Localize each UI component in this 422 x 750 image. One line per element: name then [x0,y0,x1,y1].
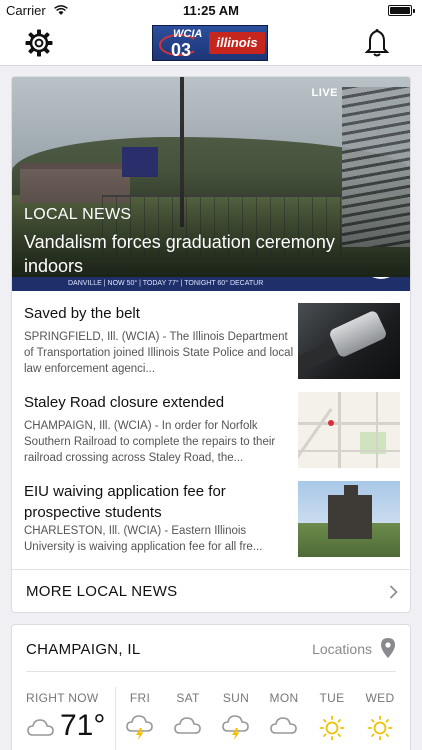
story-snippet: SPRINGFIELD, Ill. (WCIA) - The Illinois … [24,331,294,375]
story-title[interactable]: Staley Road closure extended [24,392,294,413]
sunny-icon [319,715,345,741]
story-item[interactable]: EIU waiving application fee for prospect… [12,471,410,567]
thunderstorm-icon [126,715,153,741]
right-now-label: RIGHT NOW [26,691,99,705]
logo-illinois: illinois [209,32,265,54]
local-news-card: LIVE LOCAL NEWS Vandalism forces graduat… [11,76,411,613]
thunderstorm-icon [222,715,249,741]
cloudy-icon [174,717,201,734]
hero-story[interactable]: LIVE LOCAL NEWS Vandalism forces graduat… [12,77,410,291]
live-badge: LIVE [311,87,338,99]
ticker-logo: 03 [364,277,398,279]
more-local-news-button[interactable]: MORE LOCAL NEWS [12,569,410,612]
story-item[interactable]: Saved by the belt SPRINGFIELD, Ill. (WCI… [12,293,410,381]
status-time: 11:25 AM [183,3,239,18]
logo-wcia-text: WCIA [173,28,203,40]
forecast-day-label: TUE [319,691,345,705]
forecast-day-label: SAT [176,691,200,705]
weather-card: CHAMPAIGN, IL Locations RIGHT NOW 71° FR… [11,624,411,750]
story-title[interactable]: EIU waiving application fee for prospect… [24,481,294,523]
forecast-day-label: SUN [222,691,250,705]
location-pin-icon[interactable] [380,637,396,659]
weather-city: CHAMPAIGN, IL [26,641,141,658]
story-item[interactable]: Staley Road closure extended CHAMPAIGN, … [12,382,410,470]
story-snippet: CHARLESTON, Ill. (WCIA) - Eastern Illino… [24,525,263,553]
battery-icon [388,5,415,16]
story-title[interactable]: Saved by the belt [24,303,294,324]
campus-thumbnail [298,481,400,557]
more-local-news-label: MORE LOCAL NEWS [26,583,178,600]
status-bar: Carrier 11:25 AM [0,0,422,22]
forecast-day-label: FRI [129,691,151,705]
map-thumbnail [298,392,400,468]
story-snippet: CHAMPAIGN, Ill. (WCIA) - In order for No… [24,420,276,464]
bell-icon[interactable] [364,28,390,58]
wcia-logo: WCIA 03 illinois [152,25,268,61]
logo-number: 03 [171,40,192,60]
cloudy-icon [270,717,297,734]
news-ticker: DANVILLE | NOW 50° | TODAY 77° | TONIGHT… [12,277,410,291]
current-temperature: 71° [60,709,106,742]
ticker-text: DANVILLE | NOW 50° | TODAY 77° | TONIGHT… [68,280,264,287]
gear-icon[interactable] [24,28,54,58]
seatbelt-thumbnail [298,303,400,379]
hero-headline[interactable]: Vandalism forces graduation ceremony ind… [24,230,384,278]
locations-button[interactable]: Locations [312,641,372,657]
forecast-day-label: WED [365,691,395,705]
nav-bar: WCIA 03 illinois [0,22,422,66]
sunny-icon [367,715,393,741]
forecast-day-label: MON [269,691,299,705]
chevron-right-icon [389,585,398,599]
cloudy-icon [27,719,54,736]
map-pin-icon [328,420,334,426]
hero-category: LOCAL NEWS [24,206,132,223]
